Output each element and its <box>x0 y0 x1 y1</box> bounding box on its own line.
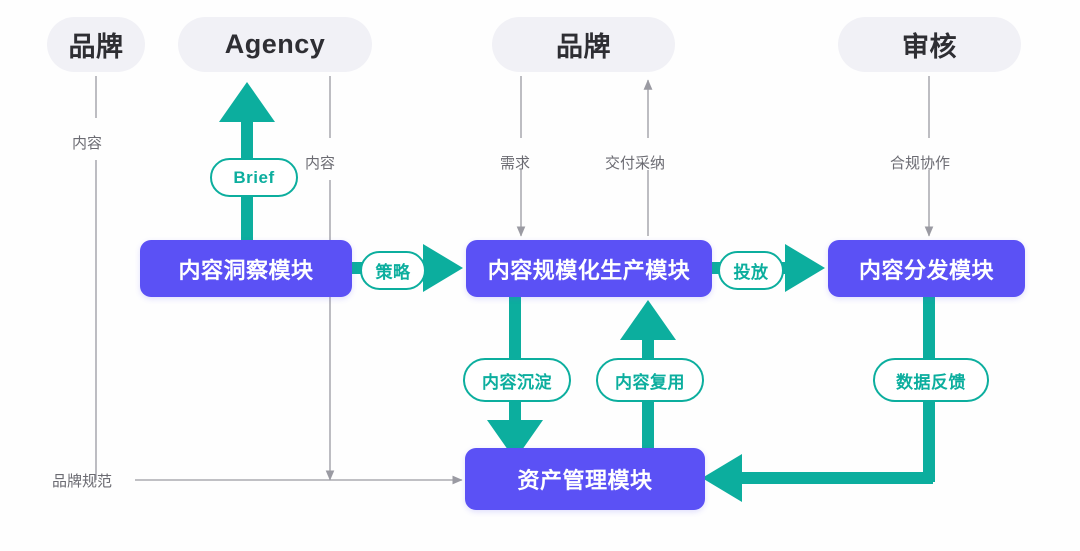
flow-chip-label: 数据反馈 <box>896 372 966 392</box>
module-box-asset-management[interactable]: 资产管理模块 <box>465 448 705 510</box>
flow-chip-data-feedback[interactable]: 数据反馈 <box>873 358 989 402</box>
flow-chip-brief[interactable]: Brief <box>210 158 298 197</box>
module-box-content-insight[interactable]: 内容洞察模块 <box>140 240 352 297</box>
gray-label-content-left: 内容 <box>72 135 103 152</box>
flow-chip-label: 策略 <box>375 263 411 282</box>
gray-label-delivery-adoption: 交付采纳 <box>605 155 666 172</box>
gray-label-compliance: 合规协作 <box>890 155 951 172</box>
module-label: 内容规模化生产模块 <box>487 257 691 283</box>
role-pill-label: 品牌 <box>68 32 124 62</box>
role-pill-label: 审核 <box>902 32 957 62</box>
flow-chip-content-settle[interactable]: 内容沉淀 <box>463 358 571 402</box>
module-label: 内容分发模块 <box>858 257 994 283</box>
flow-chip-content-reuse[interactable]: 内容复用 <box>596 358 704 402</box>
gray-label-brand-standard: 品牌规范 <box>52 473 113 490</box>
role-pill-review[interactable]: 审核 <box>838 17 1021 72</box>
diagram-canvas: 品牌 Agency 品牌 审核 内容 内容 需求 交付采纳 合规协作 品牌规范 … <box>0 0 1080 551</box>
module-box-content-distribution[interactable]: 内容分发模块 <box>828 240 1025 297</box>
flow-chip-placement[interactable]: 投放 <box>718 251 784 290</box>
flow-chip-label: 内容沉淀 <box>482 372 552 392</box>
role-pill-brand-left[interactable]: 品牌 <box>47 17 145 72</box>
role-pill-label: Agency <box>224 29 326 59</box>
gray-label-content-agency: 内容 <box>305 155 336 172</box>
role-pill-brand-mid[interactable]: 品牌 <box>492 17 675 72</box>
flow-chip-label: 内容复用 <box>615 372 685 392</box>
flow-chip-strategy[interactable]: 策略 <box>360 251 426 290</box>
module-label: 内容洞察模块 <box>178 257 314 283</box>
gray-label-demand: 需求 <box>500 155 531 172</box>
module-box-content-production[interactable]: 内容规模化生产模块 <box>466 240 712 297</box>
role-pill-label: 品牌 <box>556 32 611 62</box>
flow-chip-label: Brief <box>233 167 275 187</box>
flow-chip-label: 投放 <box>733 263 769 282</box>
module-label: 资产管理模块 <box>517 468 653 493</box>
role-pill-agency[interactable]: Agency <box>178 17 372 72</box>
